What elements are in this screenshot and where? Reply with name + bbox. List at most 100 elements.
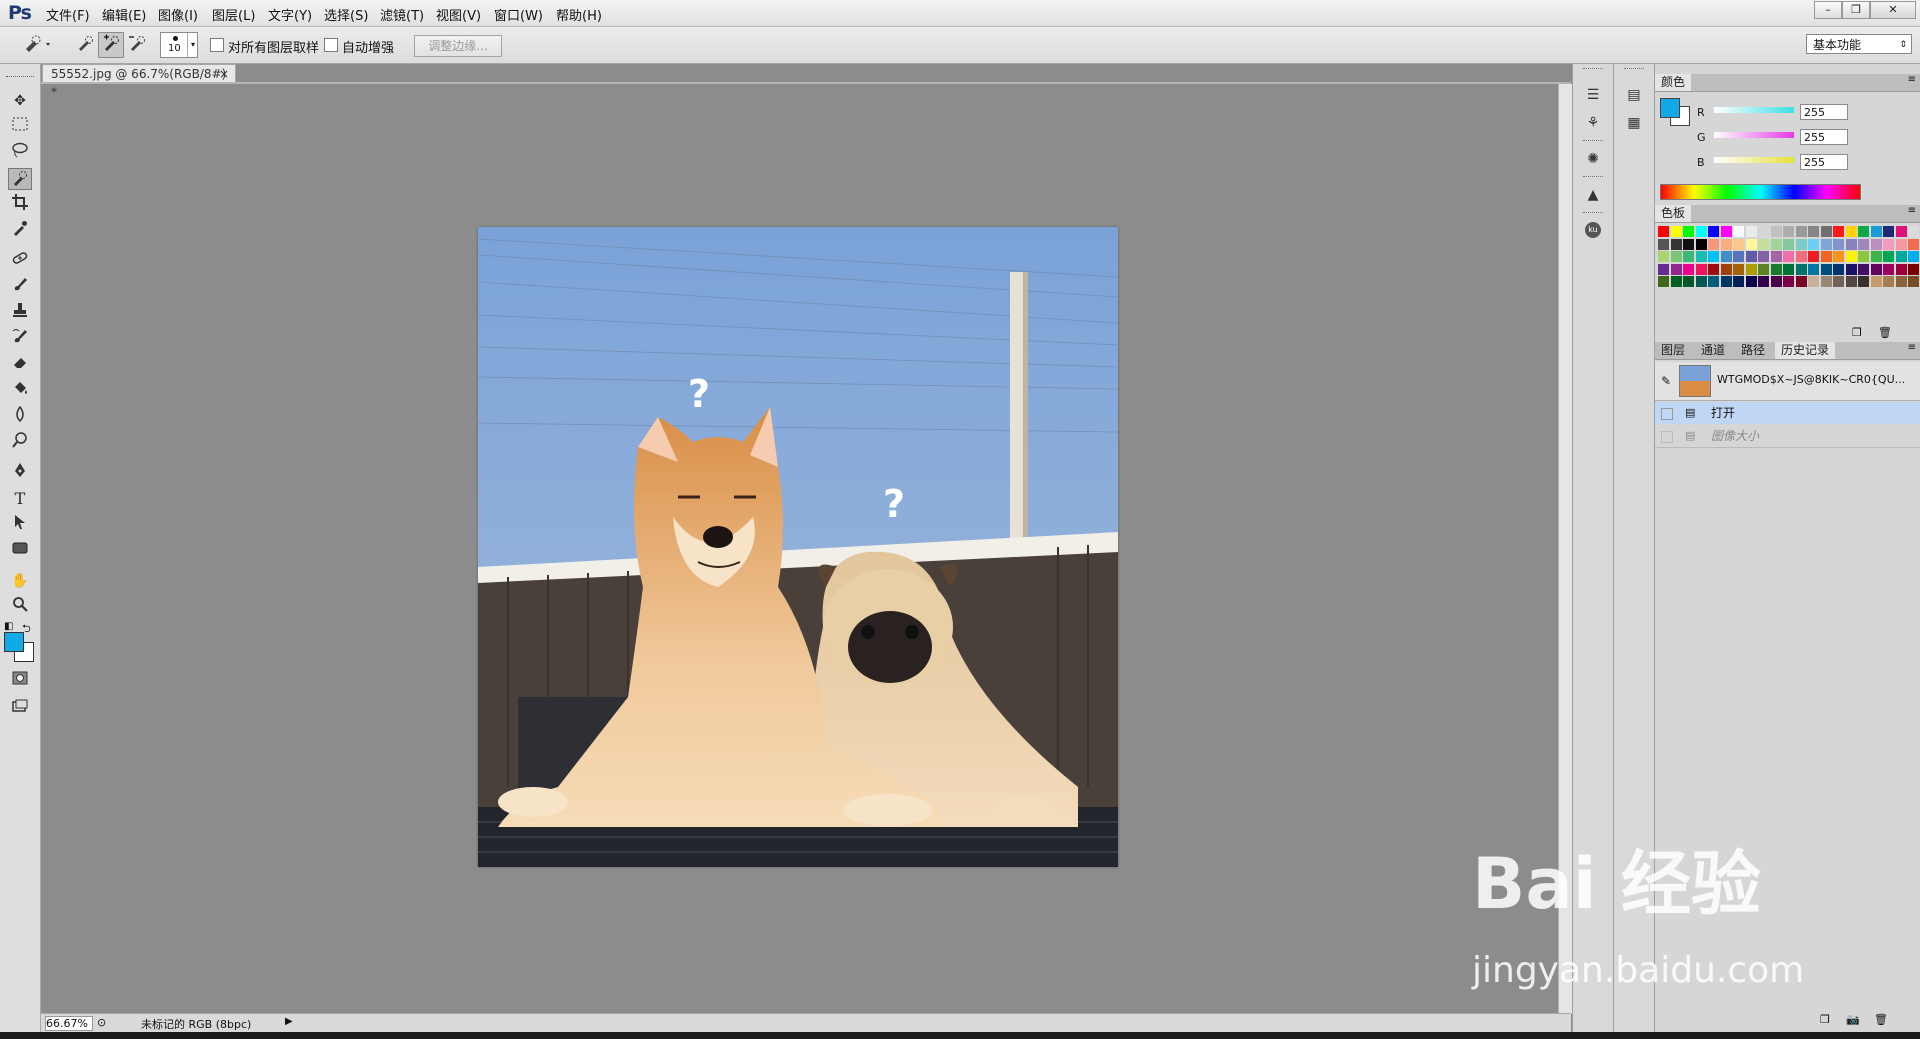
history-item[interactable]: ▤ 打开 (1655, 402, 1920, 424)
menu-help[interactable]: 帮助(H) (556, 5, 602, 24)
color-swatch[interactable] (1783, 276, 1794, 287)
color-swatch[interactable] (1695, 226, 1707, 237)
brush-tool-icon[interactable] (8, 276, 32, 298)
screen-mode-icon[interactable] (8, 698, 32, 720)
color-panel-foreground-swatch[interactable] (1660, 98, 1680, 118)
color-swatch[interactable] (1808, 226, 1819, 237)
color-swatch[interactable] (1733, 251, 1744, 262)
color-swatch[interactable] (1845, 276, 1857, 287)
brush-presets-icon[interactable]: ☰ (1580, 84, 1606, 106)
color-swatch[interactable] (1870, 226, 1882, 237)
color-swatch[interactable] (1895, 226, 1907, 237)
color-swatch[interactable] (1820, 238, 1832, 250)
clone-stamp-tool-icon[interactable] (8, 302, 32, 324)
color-swatch[interactable] (1883, 238, 1894, 250)
color-swatch[interactable] (1808, 276, 1819, 287)
paragraph-panel-icon[interactable]: ▦ (1621, 112, 1647, 134)
color-swatch[interactable] (1820, 263, 1832, 275)
menu-edit[interactable]: 编辑(E) (102, 5, 146, 24)
color-swatch[interactable] (1883, 251, 1894, 262)
panel-menu-icon[interactable]: ≡ (1908, 205, 1916, 216)
color-swatch[interactable] (1795, 276, 1807, 287)
color-swatch[interactable] (1783, 238, 1794, 250)
color-swatch[interactable] (1758, 263, 1769, 275)
document-tab[interactable]: 55552.jpg @ 66.7%(RGB/8#) * × (42, 64, 236, 99)
color-swatch[interactable] (1708, 238, 1719, 250)
menu-window[interactable]: 窗口(W) (494, 5, 543, 24)
history-snapshot[interactable]: ✎ WTGMOD$X~JS@8KIK~CR0{QU... (1655, 362, 1920, 401)
color-swatch[interactable] (1908, 263, 1919, 275)
color-swatch[interactable] (1858, 276, 1869, 287)
subtract-from-selection-button[interactable] (124, 32, 150, 58)
kuler-icon[interactable]: ku (1585, 222, 1601, 238)
color-swatch[interactable] (1808, 238, 1819, 250)
adjustments-icon[interactable]: ✺ (1580, 148, 1606, 170)
menu-select[interactable]: 选择(S) (324, 5, 368, 24)
color-swatch[interactable] (1720, 276, 1732, 287)
zoom-level[interactable]: 66.67% (45, 1016, 93, 1031)
close-window-button[interactable]: ✕ (1870, 1, 1916, 19)
color-swatch[interactable] (1745, 238, 1757, 250)
spectrum-bar[interactable] (1660, 184, 1861, 200)
color-swatch[interactable] (1783, 226, 1794, 237)
tab-paths[interactable]: 路径 (1735, 342, 1771, 359)
type-tool-icon[interactable]: T (8, 488, 32, 510)
color-swatch[interactable] (1895, 263, 1907, 275)
rectangle-tool-icon[interactable] (8, 540, 32, 562)
color-swatch[interactable] (1833, 238, 1844, 250)
menu-view[interactable]: 视图(V) (436, 5, 481, 24)
strip-grip[interactable] (1583, 68, 1603, 71)
status-info-icon[interactable]: ⊙ (97, 1016, 106, 1029)
lasso-tool-icon[interactable] (8, 142, 32, 164)
color-swatch[interactable] (1895, 251, 1907, 262)
color-swatch[interactable] (1695, 238, 1707, 250)
color-swatch[interactable] (1858, 251, 1869, 262)
color-swatch[interactable] (1708, 251, 1719, 262)
color-swatch[interactable] (1908, 251, 1919, 262)
new-document-from-state-icon[interactable]: ❐ (1820, 1013, 1830, 1026)
color-swatch[interactable] (1908, 238, 1919, 250)
color-swatch[interactable] (1658, 276, 1669, 287)
color-swatch[interactable] (1770, 263, 1782, 275)
color-swatch[interactable] (1858, 238, 1869, 250)
color-swatch[interactable] (1795, 238, 1807, 250)
color-swatch[interactable] (1670, 263, 1682, 275)
channel-b-slider[interactable] (1714, 157, 1794, 163)
menu-image[interactable]: 图像(I) (158, 5, 198, 24)
healing-brush-tool-icon[interactable] (8, 250, 32, 272)
dodge-tool-icon[interactable] (8, 432, 32, 454)
menu-type[interactable]: 文字(Y) (268, 5, 312, 24)
color-swatch[interactable] (1845, 238, 1857, 250)
color-swatch[interactable] (1745, 276, 1757, 287)
panel-menu-icon[interactable]: ≡ (1908, 342, 1916, 353)
history-brush-source-box[interactable] (1661, 408, 1673, 420)
color-swatch[interactable] (1795, 226, 1807, 237)
color-swatch[interactable] (1858, 263, 1869, 275)
workspace-select[interactable]: 基本功能 ⇕ (1806, 34, 1912, 54)
color-swatch[interactable] (1670, 238, 1682, 250)
color-swatch[interactable] (1808, 263, 1819, 275)
color-swatch[interactable] (1683, 238, 1694, 250)
restore-button[interactable]: ❐ (1842, 1, 1870, 19)
color-swatch[interactable] (1770, 226, 1782, 237)
color-swatch[interactable] (1658, 238, 1669, 250)
tab-color[interactable]: 颜色 (1655, 74, 1692, 91)
color-swatch[interactable] (1695, 276, 1707, 287)
color-swatch[interactable] (1733, 226, 1744, 237)
new-swatch-icon[interactable]: ❐ (1852, 326, 1862, 339)
color-swatch[interactable] (1758, 251, 1769, 262)
quick-mask-icon[interactable] (8, 670, 32, 692)
channel-b-input[interactable]: 255 (1800, 154, 1848, 170)
color-swatch[interactable] (1870, 276, 1882, 287)
color-swatch[interactable] (1670, 276, 1682, 287)
character-panel-icon[interactable]: ▤ (1621, 84, 1647, 106)
color-swatch[interactable] (1870, 251, 1882, 262)
histogram-icon[interactable]: ▲ (1580, 184, 1606, 206)
color-swatch[interactable] (1783, 251, 1794, 262)
delete-swatch-icon[interactable]: 🗑 (1878, 326, 1892, 339)
blur-tool-icon[interactable] (8, 405, 32, 428)
color-swatch[interactable] (1733, 263, 1744, 275)
color-swatch[interactable] (1770, 238, 1782, 250)
canvas-image[interactable]: ? ? (478, 227, 1118, 867)
color-swatch[interactable] (1758, 276, 1769, 287)
